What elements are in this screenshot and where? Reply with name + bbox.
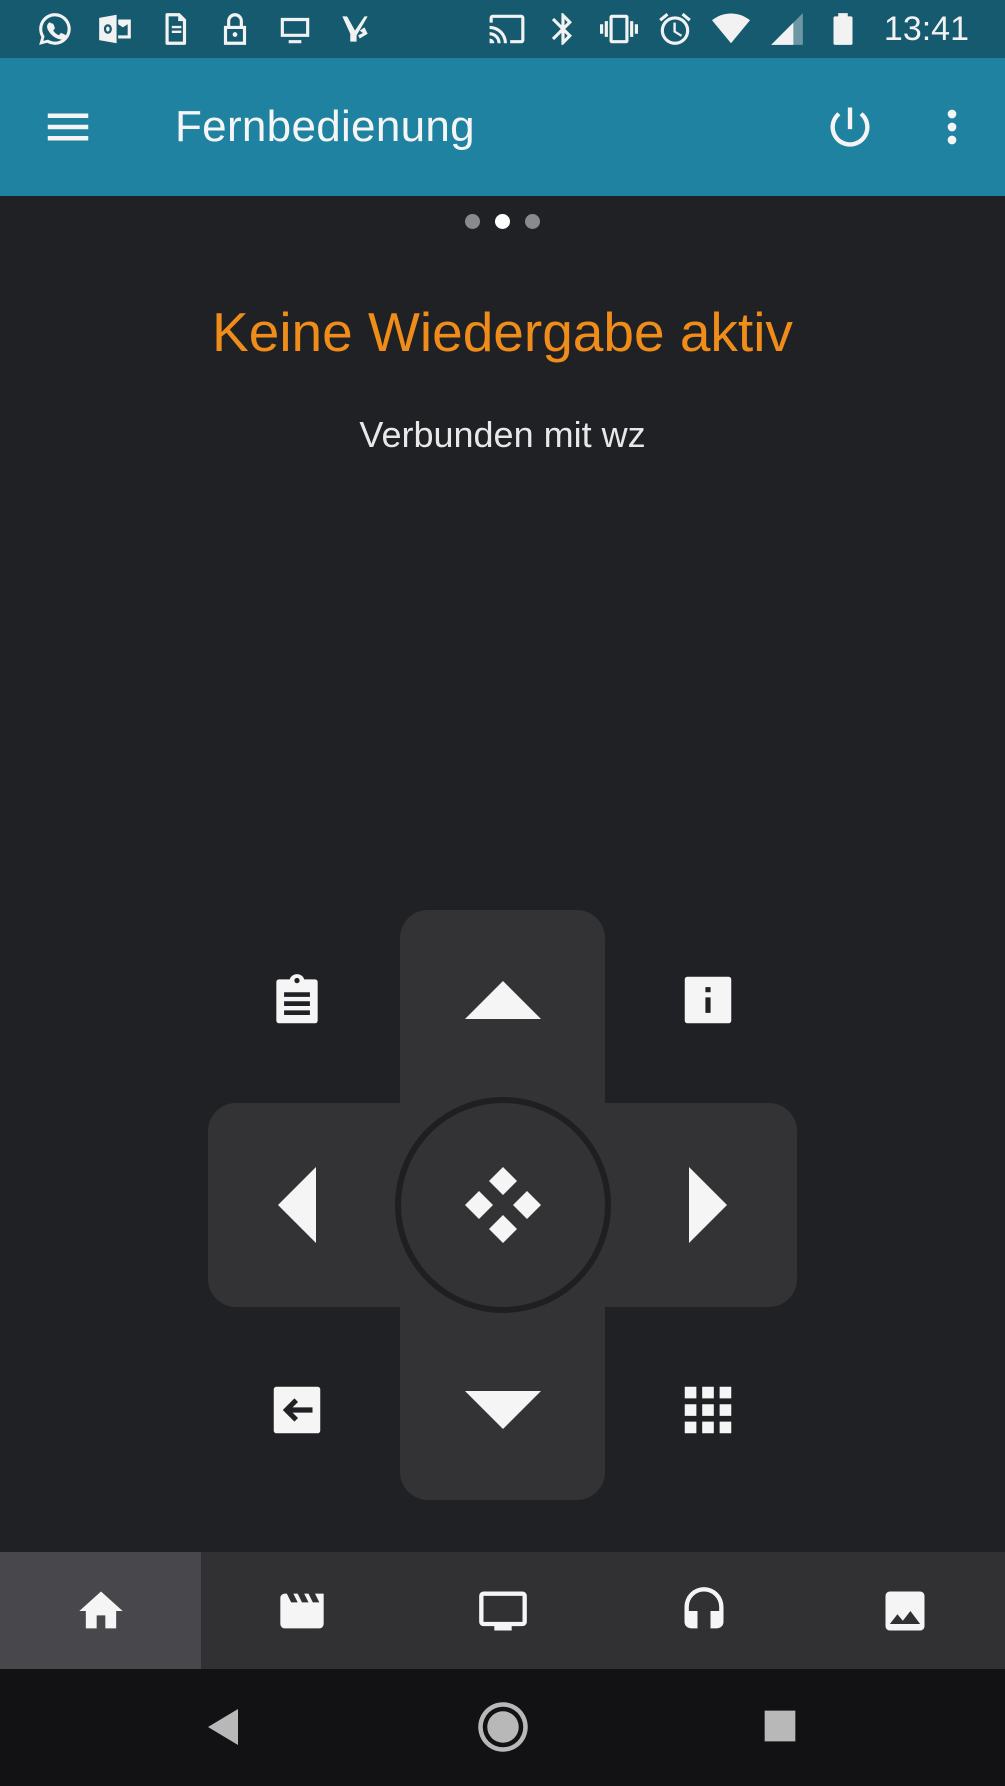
wifi-icon <box>711 10 750 48</box>
notification-icons <box>36 10 374 48</box>
tab-pictures[interactable] <box>804 1552 1005 1669</box>
now-playing-title: Keine Wiedergabe aktiv <box>212 301 793 363</box>
left-button[interactable] <box>242 1150 352 1260</box>
home-grid-icon <box>684 1386 732 1434</box>
tv-icon <box>276 10 314 48</box>
info-icon <box>684 976 732 1024</box>
back-triangle-icon <box>208 1709 238 1745</box>
status-bar: 13:41 <box>0 0 1005 58</box>
lock-icon <box>216 10 254 48</box>
menu-button[interactable] <box>33 92 103 162</box>
home-icon <box>78 1591 123 1628</box>
tv-icon <box>478 1591 527 1630</box>
select-button[interactable] <box>395 1097 611 1313</box>
sim-transfer-icon <box>156 10 194 48</box>
menu-icon <box>47 113 89 141</box>
alarm-icon <box>656 10 694 48</box>
bluetooth-icon <box>544 10 582 48</box>
system-home-button[interactable] <box>476 1700 530 1754</box>
movies-icon <box>279 1593 324 1628</box>
context-menu-button[interactable] <box>242 945 352 1055</box>
page-dot-active[interactable] <box>495 214 510 229</box>
overflow-menu-button[interactable] <box>913 88 991 166</box>
up-arrow-icon <box>465 981 541 1019</box>
system-navigation-bar <box>0 1669 1005 1786</box>
connection-status: Verbunden mit wz <box>359 414 646 455</box>
whatsapp-icon <box>36 10 74 48</box>
down-arrow-icon <box>465 1391 541 1429</box>
tab-music[interactable] <box>603 1552 804 1669</box>
system-icons: 13:41 <box>488 10 969 49</box>
system-recents-button[interactable] <box>757 1703 803 1749</box>
recents-square-icon <box>764 1710 796 1742</box>
back-button[interactable] <box>242 1355 352 1465</box>
music-icon <box>684 1586 723 1628</box>
outlook-icon <box>96 10 134 48</box>
back-icon <box>273 1386 321 1434</box>
select-icon <box>465 1167 541 1243</box>
app-bar: Fernbedienung <box>0 58 1005 196</box>
page-dot[interactable] <box>465 214 480 229</box>
inbox-check-icon <box>336 10 374 48</box>
bottom-tab-bar <box>0 1552 1005 1669</box>
signal-icon <box>768 10 806 48</box>
info-button[interactable] <box>653 945 763 1055</box>
pictures-icon <box>885 1591 924 1630</box>
tab-home[interactable] <box>0 1552 201 1669</box>
page-title: Fernbedienung <box>175 102 475 151</box>
power-icon <box>830 107 870 147</box>
right-arrow-icon <box>689 1167 727 1243</box>
tab-movies[interactable] <box>201 1552 402 1669</box>
page-indicator <box>0 214 1005 229</box>
up-button[interactable] <box>448 945 558 1055</box>
down-button[interactable] <box>448 1355 558 1465</box>
battery-icon <box>824 10 862 48</box>
left-arrow-icon <box>278 1167 316 1243</box>
home-circle-icon <box>478 1702 528 1752</box>
tab-tv[interactable] <box>402 1552 603 1669</box>
more-vert-icon <box>947 109 957 145</box>
home-grid-button[interactable] <box>653 1355 763 1465</box>
page-dot[interactable] <box>525 214 540 229</box>
system-back-button[interactable] <box>200 1703 248 1751</box>
vibrate-icon <box>599 10 638 48</box>
clock: 13:41 <box>883 9 969 48</box>
right-button[interactable] <box>653 1150 763 1260</box>
power-button[interactable] <box>811 88 889 166</box>
context-menu-icon <box>276 974 318 1024</box>
cast-icon <box>488 10 526 48</box>
